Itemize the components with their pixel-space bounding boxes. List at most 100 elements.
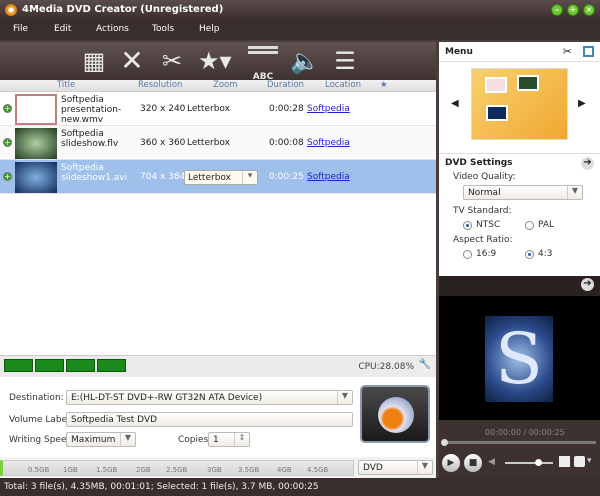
seek-handle[interactable] [441,439,448,446]
prev-menu-arrow[interactable]: ◀ [451,98,459,109]
thumbnail [15,94,57,125]
minimize-button[interactable]: – [551,4,563,16]
speed-select[interactable]: Maximum ▼ [66,432,136,447]
camera-icon[interactable] [574,456,585,467]
size-tick: 0.5GB [28,466,50,474]
zoom-value: Letterbox [188,173,231,183]
expand-icon[interactable]: + [3,172,12,181]
chevron-down-icon[interactable]: ▾ [587,456,592,466]
aspect-169-radio[interactable] [463,250,472,259]
cpu-graph [97,359,126,372]
chevron-down-icon[interactable]: ▼ [417,461,432,474]
seek-bar[interactable] [441,439,596,446]
zoom[interactable]: Letterbox [187,104,230,114]
menu-bar: File Edit Actions Tools Help [0,20,600,40]
wrench-icon[interactable]: 🔧 [418,359,432,373]
volume-input[interactable]: Softpedia Test DVD [66,412,353,427]
ntsc-radio[interactable] [463,221,472,230]
close-button[interactable]: × [583,4,595,16]
next-menu-arrow[interactable]: ▶ [578,98,586,109]
delete-icon[interactable]: ✕ [117,46,147,76]
table-row[interactable]: + Softpedia slideshow.flv 360 x 360 Lett… [0,126,436,160]
expand-icon[interactable]: + [3,138,12,147]
aspect-43-radio[interactable] [525,250,534,259]
tools-icon[interactable]: ✂ [563,45,572,58]
video-quality-value: Normal [468,188,501,198]
add-video-icon[interactable]: ▦ [79,46,109,76]
template-icon[interactable] [583,46,594,57]
chevron-down-icon[interactable]: ▼ [120,433,135,446]
output-settings: Destination: E:(HL-DT-ST DVD+-RW GT32N A… [0,377,436,457]
aspect-ratio-label: Aspect Ratio: [453,235,513,245]
disc-size-bar: 0.5GB 1GB 1.5GB 2GB 2.5GB 3GB 3.5GB 4GB … [0,457,436,478]
maximize-button[interactable]: + [567,4,579,16]
video-quality-select[interactable]: Normal ▼ [463,185,583,200]
table-row-selected[interactable]: + Softpedia slideshow1.avi 704 x 384 Let… [0,160,436,194]
preview-panel: Preview ➔ S 00:00:00 / 00:00:25 ▶ ■ ◀ ▾ [439,276,600,478]
video-player[interactable]: S [439,296,600,420]
stop-button[interactable]: ■ [464,454,482,472]
copies-label: Copies: [178,435,212,445]
duration: 0:00:28 [269,104,304,114]
col-resolution[interactable]: Resolution [138,80,182,90]
cpu-graph [4,359,33,372]
pal-radio[interactable] [525,221,534,230]
menu-template-preview[interactable] [471,68,568,140]
aspect-43-label: 4:3 [538,249,553,259]
dvd-settings-title: DVD Settings [445,158,513,168]
chapter-icon[interactable]: ☰ [330,46,360,76]
effects-icon[interactable]: ★▾ [198,46,232,76]
subtitle-icon[interactable]: ABC [248,46,278,82]
size-tick: 3GB [207,466,222,474]
resolution: 704 x 384 [140,172,186,182]
destination-select[interactable]: E:(HL-DT-ST DVD+-RW GT32N ATA Device) ▼ [66,390,353,405]
toolbar: ▦ ✕ ✂ ★▾ ABC 🔈 ☰ [0,42,436,82]
location-link[interactable]: Softpedia [307,138,350,148]
arrow-right-icon[interactable]: ➔ [581,157,594,170]
col-zoom[interactable]: Zoom [213,80,238,90]
zoom[interactable]: Letterbox [187,138,230,148]
arrow-right-icon[interactable]: ➔ [581,278,594,291]
clip-icon[interactable]: ✂ [157,46,187,76]
table-row[interactable]: + Softpedia presentation-new.wmv 320 x 2… [0,92,436,126]
volume-value: Softpedia Test DVD [71,415,158,425]
col-duration[interactable]: Duration [267,80,304,90]
stepper-icon[interactable]: ⇕ [234,433,249,446]
chevron-down-icon[interactable]: ▼ [567,186,582,199]
col-location[interactable]: Location [325,80,361,90]
location-link[interactable]: Softpedia [307,104,350,114]
cpu-graph [66,359,95,372]
speed-value: Maximum [71,435,116,445]
audio-icon[interactable]: 🔈 [290,46,320,76]
burn-button[interactable] [360,385,430,443]
resolution: 360 x 360 [140,138,186,148]
ntsc-label: NTSC [476,220,501,230]
menu-help[interactable]: Help [199,24,220,34]
zoom-select[interactable]: Letterbox ▾ [184,170,258,185]
volume-handle[interactable] [535,459,542,466]
menu-file[interactable]: File [13,24,28,34]
volume-slider[interactable] [505,459,553,466]
video-quality-label: Video Quality: [453,172,516,182]
menu-actions[interactable]: Actions [96,24,129,34]
location-link[interactable]: Softpedia [307,172,350,182]
menu-header: Menu ✂ [439,42,600,62]
dvd-settings-header: DVD Settings ➔ [439,153,600,173]
play-button[interactable]: ▶ [442,454,460,472]
snapshot-frame-icon[interactable] [559,456,570,467]
col-star[interactable]: ★ [380,80,388,90]
copies-stepper[interactable]: 1 ⇕ [208,432,250,447]
thumbnail [15,162,57,193]
volume-label: Volume Label: [9,415,73,425]
menu-tools[interactable]: Tools [152,24,174,34]
chevron-down-icon[interactable]: ▼ [337,391,352,404]
size-tick: 4.5GB [307,466,329,474]
menu-title: Menu [445,47,473,57]
disc-type-select[interactable]: DVD ▼ [358,460,433,475]
expand-icon[interactable]: + [3,104,12,113]
menu-thumb [486,105,508,121]
col-title[interactable]: Title [57,80,75,90]
menu-edit[interactable]: Edit [54,24,71,34]
volume-icon[interactable]: ◀ [488,457,495,467]
chevron-down-icon[interactable]: ▾ [242,171,257,184]
